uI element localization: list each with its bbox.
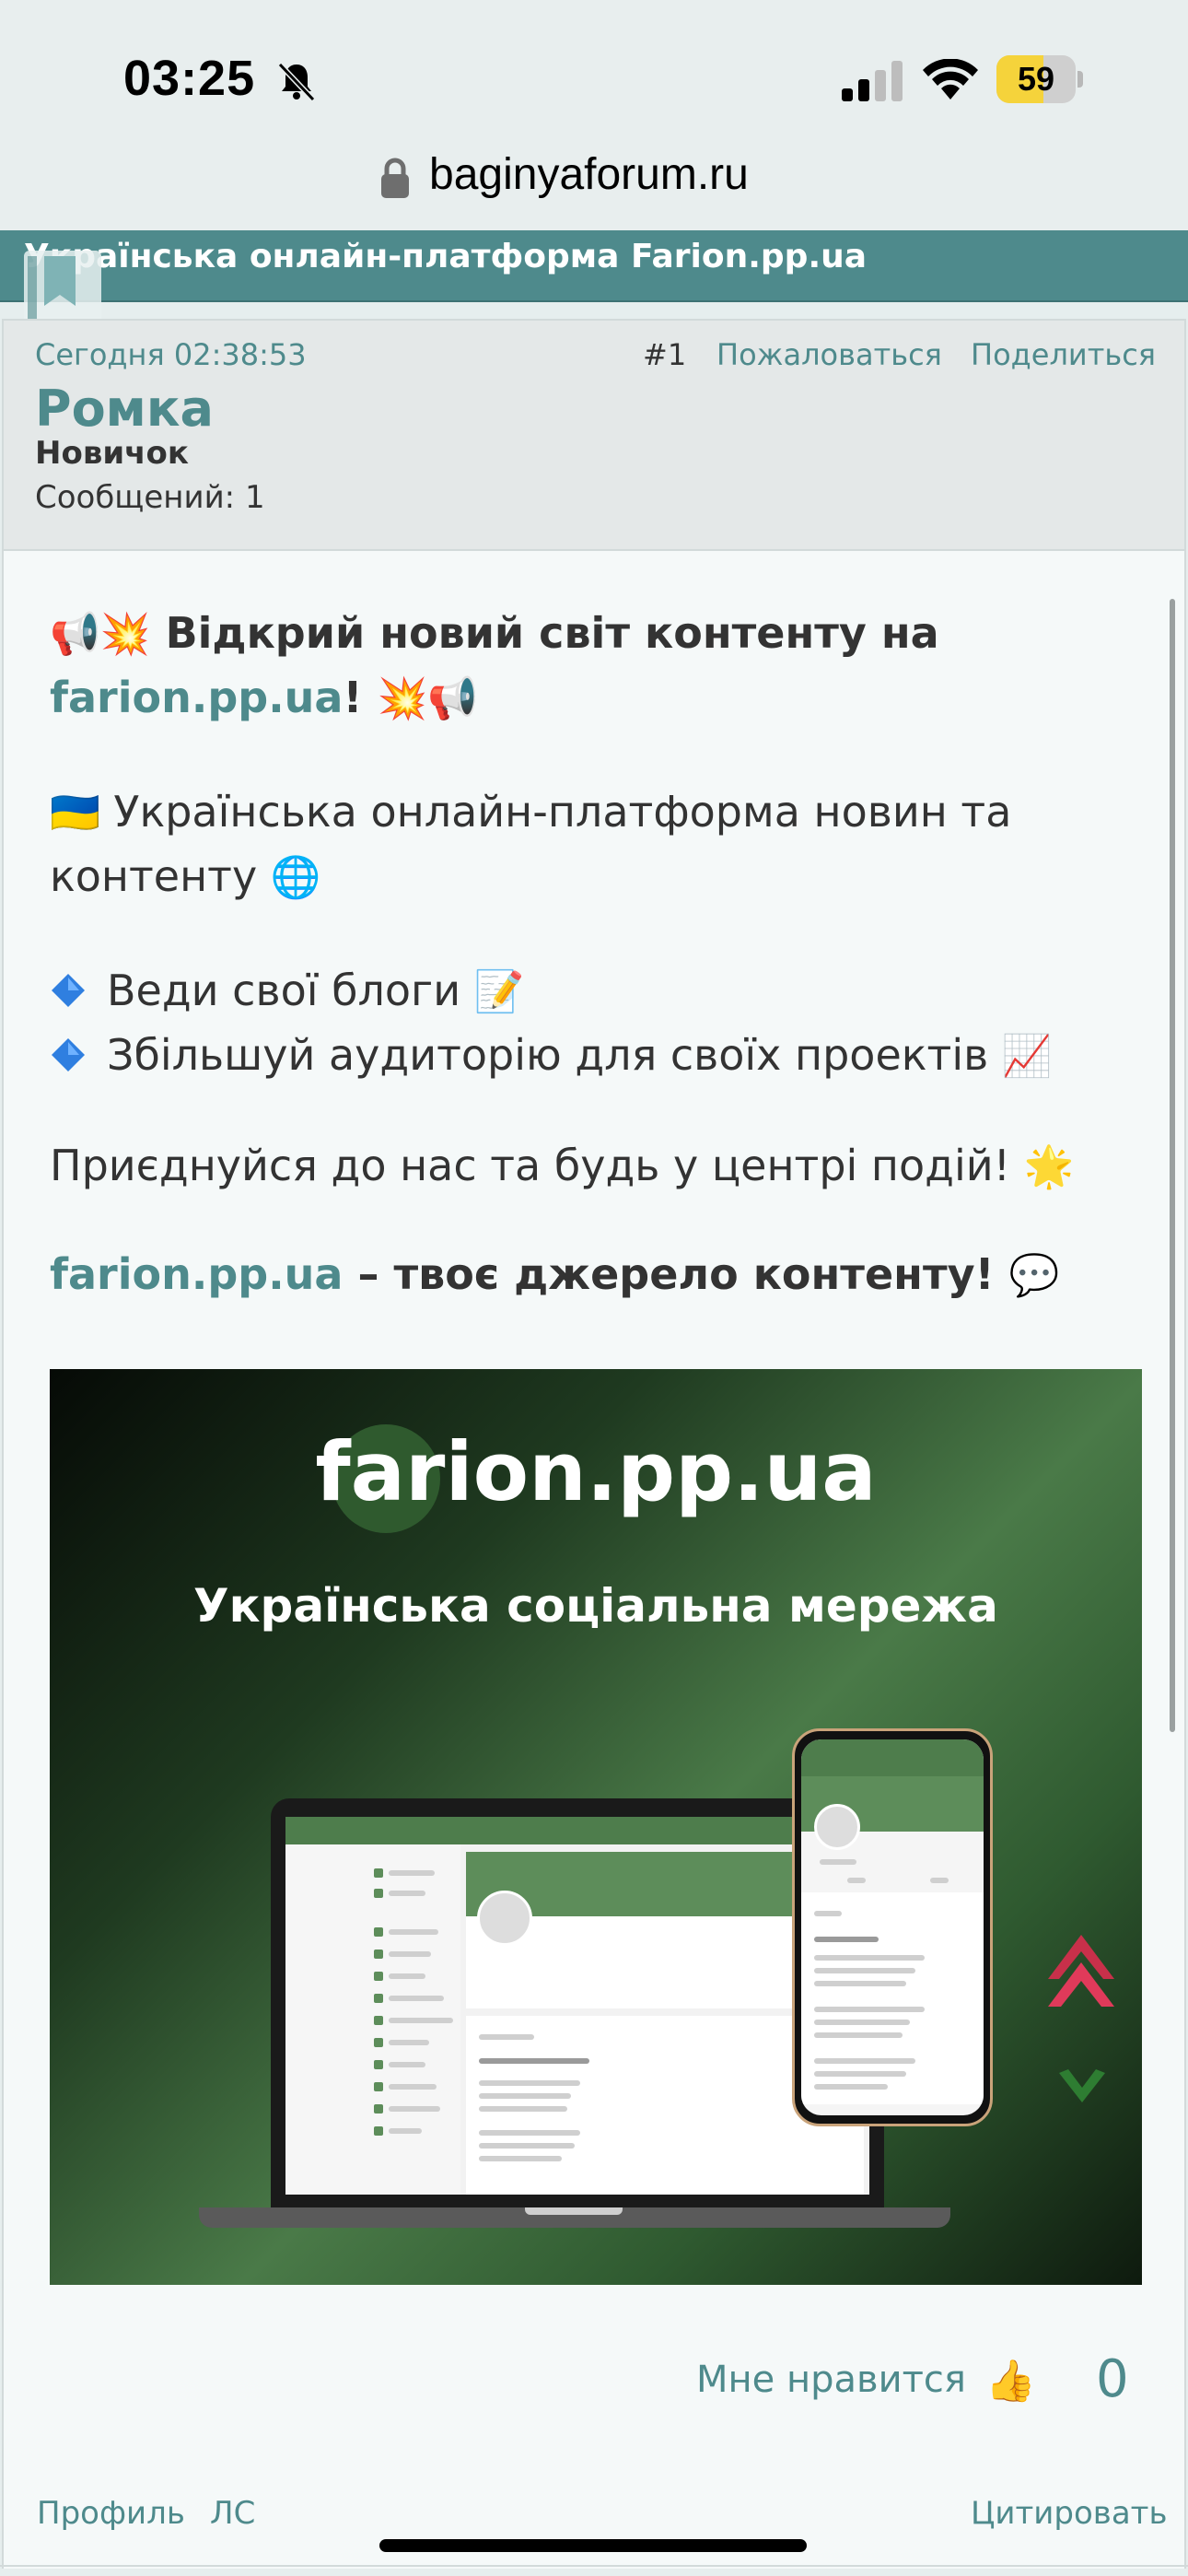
cellular-signal-icon [842, 61, 903, 101]
memo-emoji: 📝 [473, 968, 525, 1015]
promo-subtitle: Українська соціальна мережа [193, 1579, 998, 1633]
scroll-up-arrow-icon[interactable] [1048, 1935, 1114, 2012]
report-link[interactable]: Пожаловаться [716, 337, 942, 372]
closing-line: farion.pp.ua – твоє джерело контенту! 💬 [50, 1242, 1136, 1308]
author-message-count: Сообщений: 1 [35, 479, 265, 516]
lock-icon [381, 158, 409, 198]
post-number[interactable]: #1 [643, 337, 686, 372]
quote-link[interactable]: Цитировать [971, 2495, 1168, 2532]
battery-indicator: 59 [996, 55, 1083, 103]
headline-line-1: 📢💥 Відкрий новий світ контенту на [50, 601, 1136, 667]
status-time: 03:25 [123, 51, 256, 106]
closing-link[interactable]: farion.pp.ua [50, 1249, 343, 1299]
forum-banner-title[interactable]: Українська онлайн-платформа Farion.pp.ua [24, 238, 867, 275]
intro-line-2: контенту 🌐 [50, 844, 1136, 910]
globe-emoji: 🌐 [270, 854, 321, 901]
post-author[interactable]: Ромка [35, 380, 214, 438]
laptop-screen [285, 1817, 869, 2195]
post-timestamp[interactable]: Сегодня 02:38:53 [35, 337, 307, 372]
phone-screen [801, 1739, 984, 2115]
cta-text: Приєднуйся до нас та будь у центрі подій… [50, 1141, 1011, 1190]
chart-up-emoji: 📈 [1001, 1033, 1053, 1080]
private-message-link[interactable]: ЛС [210, 2495, 255, 2532]
star-emoji: 🌟 [1023, 1143, 1075, 1190]
headline-line-2: farion.pp.ua! 💥📢 [50, 665, 1136, 732]
share-link[interactable]: Поделиться [971, 337, 1156, 372]
headline-text: Відкрий новий світ контенту на [165, 608, 939, 658]
battery-percent: 59 [1017, 60, 1055, 98]
intro-text-1: Українська онлайн-платформа новин та [113, 787, 1012, 837]
scroll-down-arrow-icon[interactable] [1059, 2069, 1105, 2102]
boom-megaphone-emoji: 💥📢 [377, 675, 479, 722]
promo-title: farion.pp.ua [315, 1424, 877, 1519]
bullet-item-2: Збільшуй аудиторію для своїх проектів 📈 [50, 1023, 1136, 1089]
cta-line: Приєднуйся до нас та будь у центрі подій… [50, 1133, 1136, 1200]
bookmark-icon[interactable] [24, 251, 101, 324]
bullet-text-1: Веди свої блоги [107, 966, 461, 1015]
promo-image[interactable]: farion.pp.ua Українська соціальна мережа [50, 1369, 1142, 2285]
closing-text: – твоє джерело контенту! [357, 1249, 995, 1299]
url-text[interactable]: baginyaforum.ru [429, 149, 749, 200]
profile-link[interactable]: Профиль [37, 2495, 185, 2532]
wifi-icon [923, 59, 978, 100]
blue-diamond-icon [52, 1038, 85, 1071]
intro-text-2: контенту [50, 851, 258, 901]
ukraine-flag-emoji: 🇺🇦 [50, 790, 100, 837]
intro-line-1: 🇺🇦 Українська онлайн-платформа новин та [50, 779, 1136, 846]
thumbs-up-icon[interactable]: 👍 [985, 2357, 1036, 2405]
author-rank: Новичок [35, 435, 189, 472]
blue-diamond-icon [52, 974, 85, 1007]
silent-bell-icon [277, 62, 316, 102]
headline-link[interactable]: farion.pp.ua [50, 673, 343, 722]
bullet-item-1: Веди свої блоги 📝 [50, 958, 1136, 1025]
headline-end: ! [343, 673, 363, 722]
speech-bubble-emoji: 💬 [1008, 1252, 1060, 1299]
home-indicator[interactable] [379, 2539, 807, 2552]
megaphone-boom-emoji: 📢💥 [50, 611, 151, 658]
scrollbar[interactable] [1170, 599, 1175, 1732]
like-count: 0 [1096, 2349, 1129, 2409]
bullet-text-2: Збільшуй аудиторію для своїх проектів [107, 1030, 989, 1080]
like-button-label[interactable]: Мне нравится [696, 2359, 966, 2401]
